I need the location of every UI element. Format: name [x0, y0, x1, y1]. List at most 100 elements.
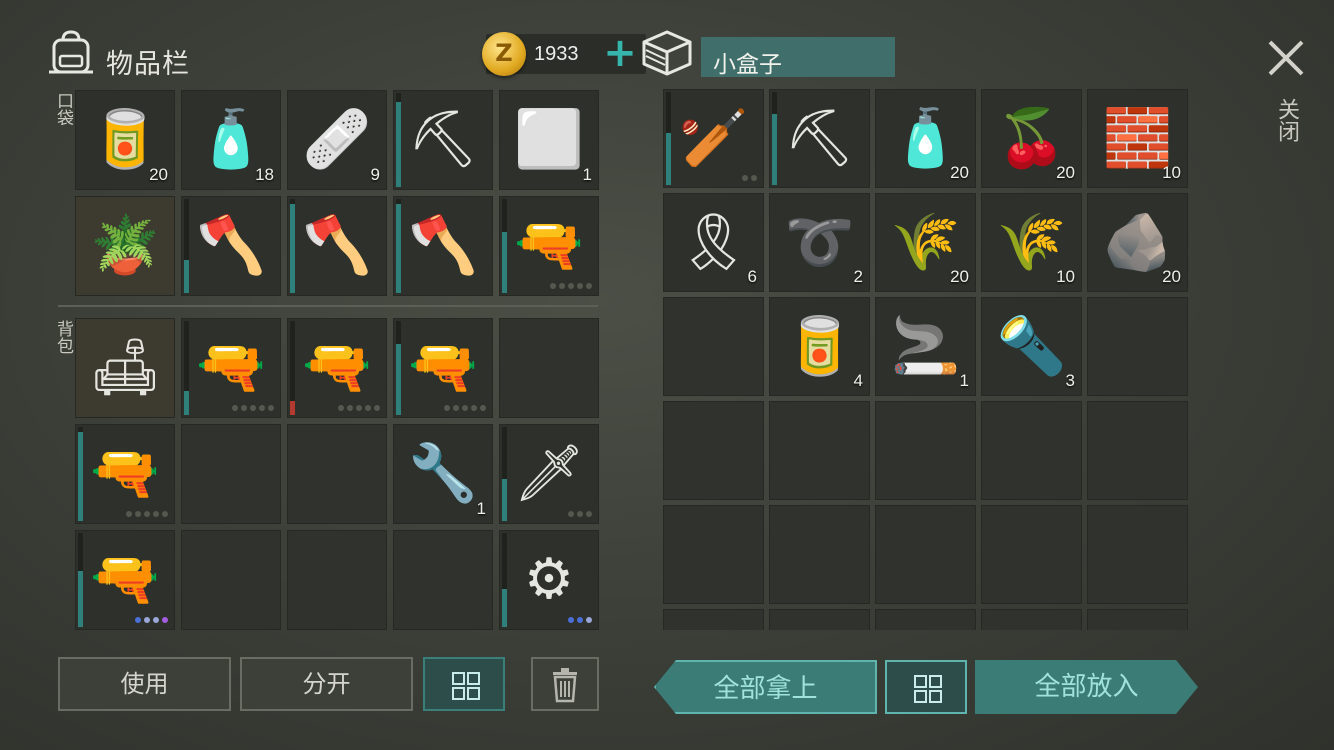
- split-button[interactable]: 分开: [240, 657, 413, 711]
- empty-slot[interactable]: [875, 505, 976, 604]
- inventory-slot[interactable]: 🔫: [181, 318, 281, 418]
- upgrade-dot: [751, 175, 757, 181]
- inventory-slot[interactable]: ⛏: [769, 89, 870, 188]
- add-coins-button[interactable]: +: [602, 33, 638, 73]
- empty-slot[interactable]: [769, 505, 870, 604]
- empty-slot[interactable]: [393, 530, 493, 630]
- inventory-slot[interactable]: 🔫: [75, 530, 175, 630]
- empty-slot[interactable]: [663, 297, 764, 396]
- inventory-slot[interactable]: 🛋: [75, 318, 175, 418]
- saw-mace-icon: ⚙: [523, 547, 575, 612]
- item-quantity: 20: [1056, 163, 1075, 182]
- empty-slot[interactable]: [499, 318, 599, 418]
- pistol-icon: 🔫: [90, 441, 160, 506]
- coin-counter: Z 1933 +: [482, 32, 646, 76]
- inventory-slot[interactable]: 🏏: [663, 89, 764, 188]
- empty-slot[interactable]: [1087, 609, 1188, 630]
- empty-slot[interactable]: [1087, 505, 1188, 604]
- empty-slot[interactable]: [663, 401, 764, 500]
- inventory-slot[interactable]: 🔫: [499, 196, 599, 296]
- container-box-icon: [638, 28, 696, 78]
- item-quantity: 1: [476, 499, 486, 518]
- empty-slot[interactable]: [1087, 401, 1188, 500]
- empty-slot[interactable]: [875, 401, 976, 500]
- inventory-slot[interactable]: 🚬 1: [875, 297, 976, 396]
- item-quantity: 20: [149, 165, 168, 184]
- machete-icon: 🗡: [513, 441, 585, 506]
- discard-button[interactable]: [531, 657, 599, 711]
- inventory-slot[interactable]: 🍒 20: [981, 89, 1082, 188]
- empty-slot[interactable]: [287, 530, 387, 630]
- empty-slot[interactable]: [875, 609, 976, 630]
- inventory-slot[interactable]: 🩹 9: [287, 90, 387, 190]
- inventory-slot[interactable]: 🪓: [393, 196, 493, 296]
- empty-slot[interactable]: [769, 609, 870, 630]
- inventory-slot[interactable]: ⬜ 1: [499, 90, 599, 190]
- item-quantity: 1: [582, 165, 592, 184]
- use-button[interactable]: 使用: [58, 657, 231, 711]
- empty-slot[interactable]: [981, 609, 1082, 630]
- upgrade-dot: [268, 405, 274, 411]
- inventory-slot[interactable]: 🪴: [75, 196, 175, 296]
- empty-slot[interactable]: [981, 505, 1082, 604]
- upgrade-dot: [338, 405, 344, 411]
- upgrade-dots: [135, 617, 168, 623]
- container-grid-viewport[interactable]: 🏏 ⛏ 🧴 20 🍒 20 🧱 10 🎗 6 ➰ 2 🌾 20 🌾 10 🪨 20 🥫 4 🚬 1 🔦 3: [663, 89, 1193, 630]
- backpack-icon: [46, 28, 96, 78]
- pistol-icon: 🔫: [408, 335, 478, 400]
- empty-slot[interactable]: [181, 424, 281, 524]
- inventory-slot[interactable]: 🥫 4: [769, 297, 870, 396]
- inventory-slot[interactable]: 🔫: [75, 424, 175, 524]
- inventory-slot[interactable]: 🔦 3: [981, 297, 1082, 396]
- inventory-slot[interactable]: 🔫: [393, 318, 493, 418]
- inventory-slot[interactable]: 🥫 20: [75, 90, 175, 190]
- inventory-slot[interactable]: 🧴 20: [875, 89, 976, 188]
- upgrade-dot: [153, 617, 159, 623]
- upgrade-dot: [135, 511, 141, 517]
- empty-slot[interactable]: [287, 424, 387, 524]
- inventory-slot[interactable]: 🌾 10: [981, 193, 1082, 292]
- upgrade-dot: [577, 511, 583, 517]
- container-name[interactable]: 小盒子: [701, 37, 895, 78]
- upgrade-dot: [568, 283, 574, 289]
- put-all-button[interactable]: 全部放入: [975, 660, 1198, 714]
- item-quantity: 9: [370, 165, 380, 184]
- upgrade-dot: [586, 511, 592, 517]
- take-all-button[interactable]: 全部拿上: [654, 660, 877, 714]
- upgrade-dot: [365, 405, 371, 411]
- empty-slot[interactable]: [769, 401, 870, 500]
- empty-slot[interactable]: [663, 609, 764, 630]
- inventory-slot[interactable]: ⚙: [499, 530, 599, 630]
- upgrade-dots: [444, 405, 486, 411]
- empty-slot[interactable]: [1087, 297, 1188, 396]
- close-button[interactable]: [1264, 36, 1308, 80]
- inventory-slot[interactable]: ➰ 2: [769, 193, 870, 292]
- empty-slot[interactable]: [181, 530, 281, 630]
- upgrade-dots: [338, 405, 380, 411]
- inventory-slot[interactable]: 🪓: [181, 196, 281, 296]
- inventory-slot[interactable]: ⛏: [393, 90, 493, 190]
- sort-container-button[interactable]: [885, 660, 967, 714]
- inventory-slot[interactable]: 🗡: [499, 424, 599, 524]
- inventory-slot[interactable]: 🧱 10: [1087, 89, 1188, 188]
- assault-rifle-icon: 🔫: [90, 547, 160, 612]
- trash-icon: [553, 668, 577, 703]
- inventory-slot[interactable]: 🔫: [287, 318, 387, 418]
- grid-sort-icon: [914, 675, 942, 703]
- upgrade-dot: [568, 617, 574, 623]
- upgrade-dot: [550, 283, 556, 289]
- close-label[interactable]: 关闭: [1272, 98, 1300, 142]
- upgrade-dots: [742, 175, 757, 181]
- upgrade-dot: [144, 617, 150, 623]
- sort-inventory-button[interactable]: [423, 657, 505, 711]
- inventory-slot[interactable]: 🌾 20: [875, 193, 976, 292]
- inventory-slot[interactable]: 🧴 18: [181, 90, 281, 190]
- inventory-slot[interactable]: 🎗 6: [663, 193, 764, 292]
- container-grid: 🏏 ⛏ 🧴 20 🍒 20 🧱 10 🎗 6 ➰ 2 🌾 20 🌾 10 🪨 20 🥫 4 🚬 1 🔦 3: [663, 89, 1193, 630]
- empty-slot[interactable]: [981, 401, 1082, 500]
- upgrade-dot: [586, 283, 592, 289]
- inventory-slot[interactable]: 🪓: [287, 196, 387, 296]
- inventory-slot[interactable]: 🪨 20: [1087, 193, 1188, 292]
- inventory-slot[interactable]: 🔧 1: [393, 424, 493, 524]
- empty-slot[interactable]: [663, 505, 764, 604]
